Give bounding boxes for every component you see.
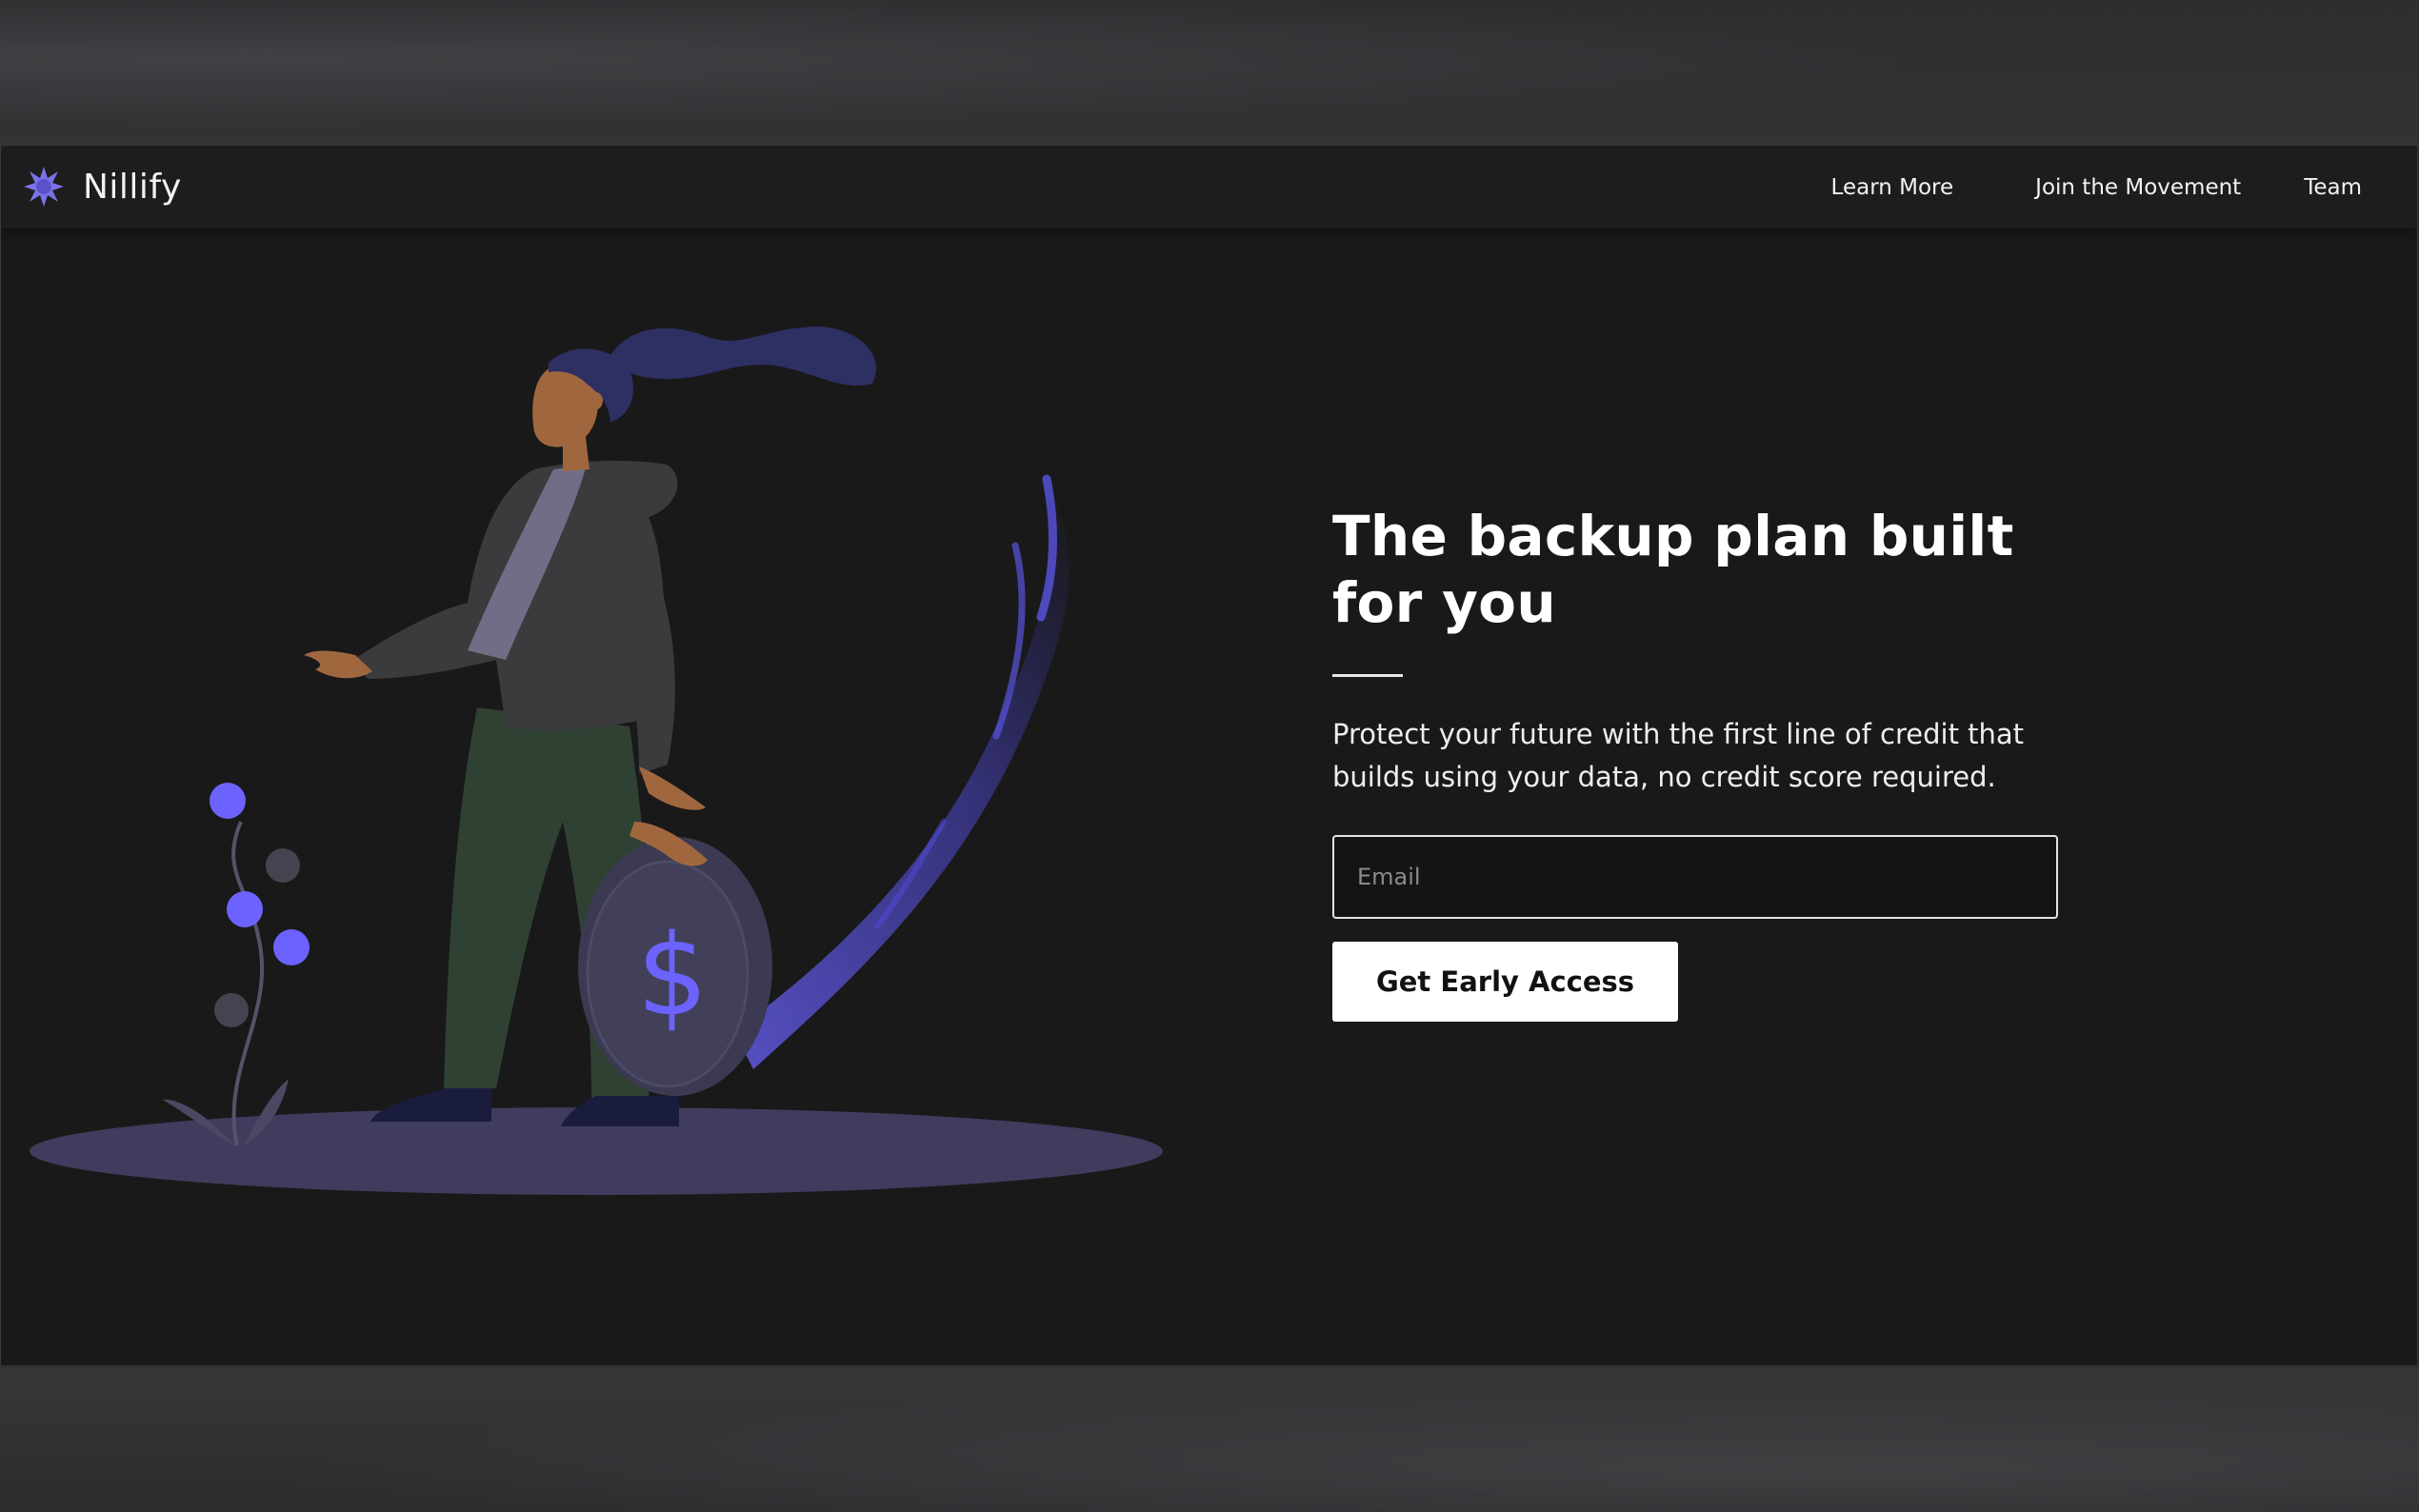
star-burst-logo-icon — [22, 165, 66, 209]
plant-berry — [214, 993, 249, 1027]
email-field[interactable] — [1332, 835, 2058, 919]
plant-berry — [273, 929, 310, 965]
brand[interactable]: Nillify — [22, 165, 182, 209]
browser-page: Nillify Learn More Join the Movement Tea… — [0, 145, 2418, 1366]
hero-title: The backup plan built for you — [1332, 504, 2014, 635]
hero-section: The backup plan built for you Protect yo… — [1332, 503, 2085, 1022]
nav-links: Learn More Join the Movement Team — [1831, 146, 2362, 229]
get-early-access-button[interactable]: Get Early Access — [1332, 942, 1678, 1022]
navbar: Nillify Learn More Join the Movement Tea… — [1, 146, 2417, 229]
nav-link-join-the-movement[interactable]: Join the Movement — [2035, 175, 2241, 200]
plant-berry — [210, 783, 246, 819]
hero-subtitle: Protect your future with the first line … — [1332, 718, 2025, 793]
title-divider — [1332, 674, 1403, 677]
desktop-backdrop-top — [0, 0, 2419, 145]
hero-illustration: $ — [1, 327, 1201, 1365]
desktop-backdrop-bottom — [0, 1367, 2419, 1512]
nav-link-team[interactable]: Team — [2304, 175, 2362, 200]
nav-link-learn-more[interactable]: Learn More — [1831, 175, 1954, 200]
plant-berry — [227, 891, 263, 927]
brand-name: Nillify — [83, 167, 182, 207]
plant-berry — [266, 848, 300, 883]
dollar-symbol-icon: $ — [636, 909, 708, 1041]
